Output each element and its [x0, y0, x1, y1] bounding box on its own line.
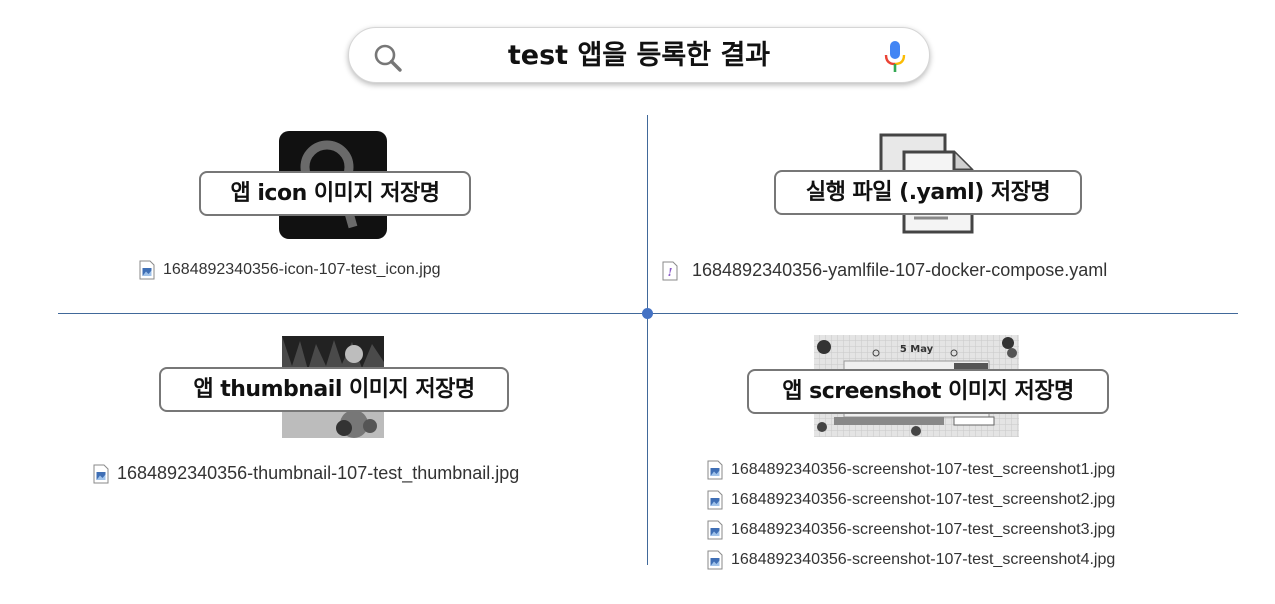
yaml-section-label: 실행 파일 (.yaml) 저장명 — [774, 170, 1082, 215]
microphone-icon[interactable] — [882, 40, 908, 74]
file-item[interactable]: 1684892340356-thumbnail-107-test_thumbna… — [93, 463, 519, 484]
vertical-divider — [647, 115, 648, 565]
yaml-file-icon: ! — [662, 261, 678, 280]
search-icon[interactable] — [371, 41, 405, 75]
center-dot — [642, 308, 653, 319]
file-name: 1684892340356-screenshot-107-test_screen… — [731, 491, 1116, 508]
file-name: 1684892340356-thumbnail-107-test_thumbna… — [117, 463, 520, 483]
file-name: 1684892340356-icon-107-test_icon.jpg — [163, 261, 441, 278]
file-item[interactable]: 1684892340356-screenshot-107-test_screen… — [707, 460, 1115, 480]
search-query[interactable]: test 앱을 등록한 결과 — [419, 28, 859, 84]
file-item[interactable]: 1684892340356-icon-107-test_icon.jpg — [139, 260, 441, 280]
file-item[interactable]: ! 1684892340356-yamlfile-107-docker-comp… — [662, 260, 1107, 281]
file-item[interactable]: 1684892340356-screenshot-107-test_screen… — [707, 520, 1115, 540]
search-bar[interactable]: test 앱을 등록한 결과 — [348, 27, 930, 83]
file-name: 1684892340356-screenshot-107-test_screen… — [731, 521, 1116, 538]
image-file-icon — [707, 520, 723, 540]
file-item[interactable]: 1684892340356-screenshot-107-test_screen… — [707, 550, 1115, 570]
image-file-icon — [707, 490, 723, 510]
screenshot-section-label: 앱 screenshot 이미지 저장명 — [747, 369, 1109, 414]
screenshot-preview-text: 5 May — [899, 344, 934, 355]
svg-text:!: ! — [668, 266, 673, 279]
file-name: 1684892340356-screenshot-107-test_screen… — [731, 461, 1116, 478]
image-file-icon — [707, 460, 723, 480]
file-name: 1684892340356-yamlfile-107-docker-compos… — [692, 260, 1108, 280]
image-file-icon — [93, 464, 109, 483]
icon-section-label: 앱 icon 이미지 저장명 — [199, 171, 471, 216]
image-file-icon — [707, 550, 723, 570]
thumbnail-section-label: 앱 thumbnail 이미지 저장명 — [159, 367, 509, 412]
file-item[interactable]: 1684892340356-screenshot-107-test_screen… — [707, 490, 1115, 510]
image-file-icon — [139, 260, 155, 280]
file-name: 1684892340356-screenshot-107-test_screen… — [731, 551, 1116, 568]
